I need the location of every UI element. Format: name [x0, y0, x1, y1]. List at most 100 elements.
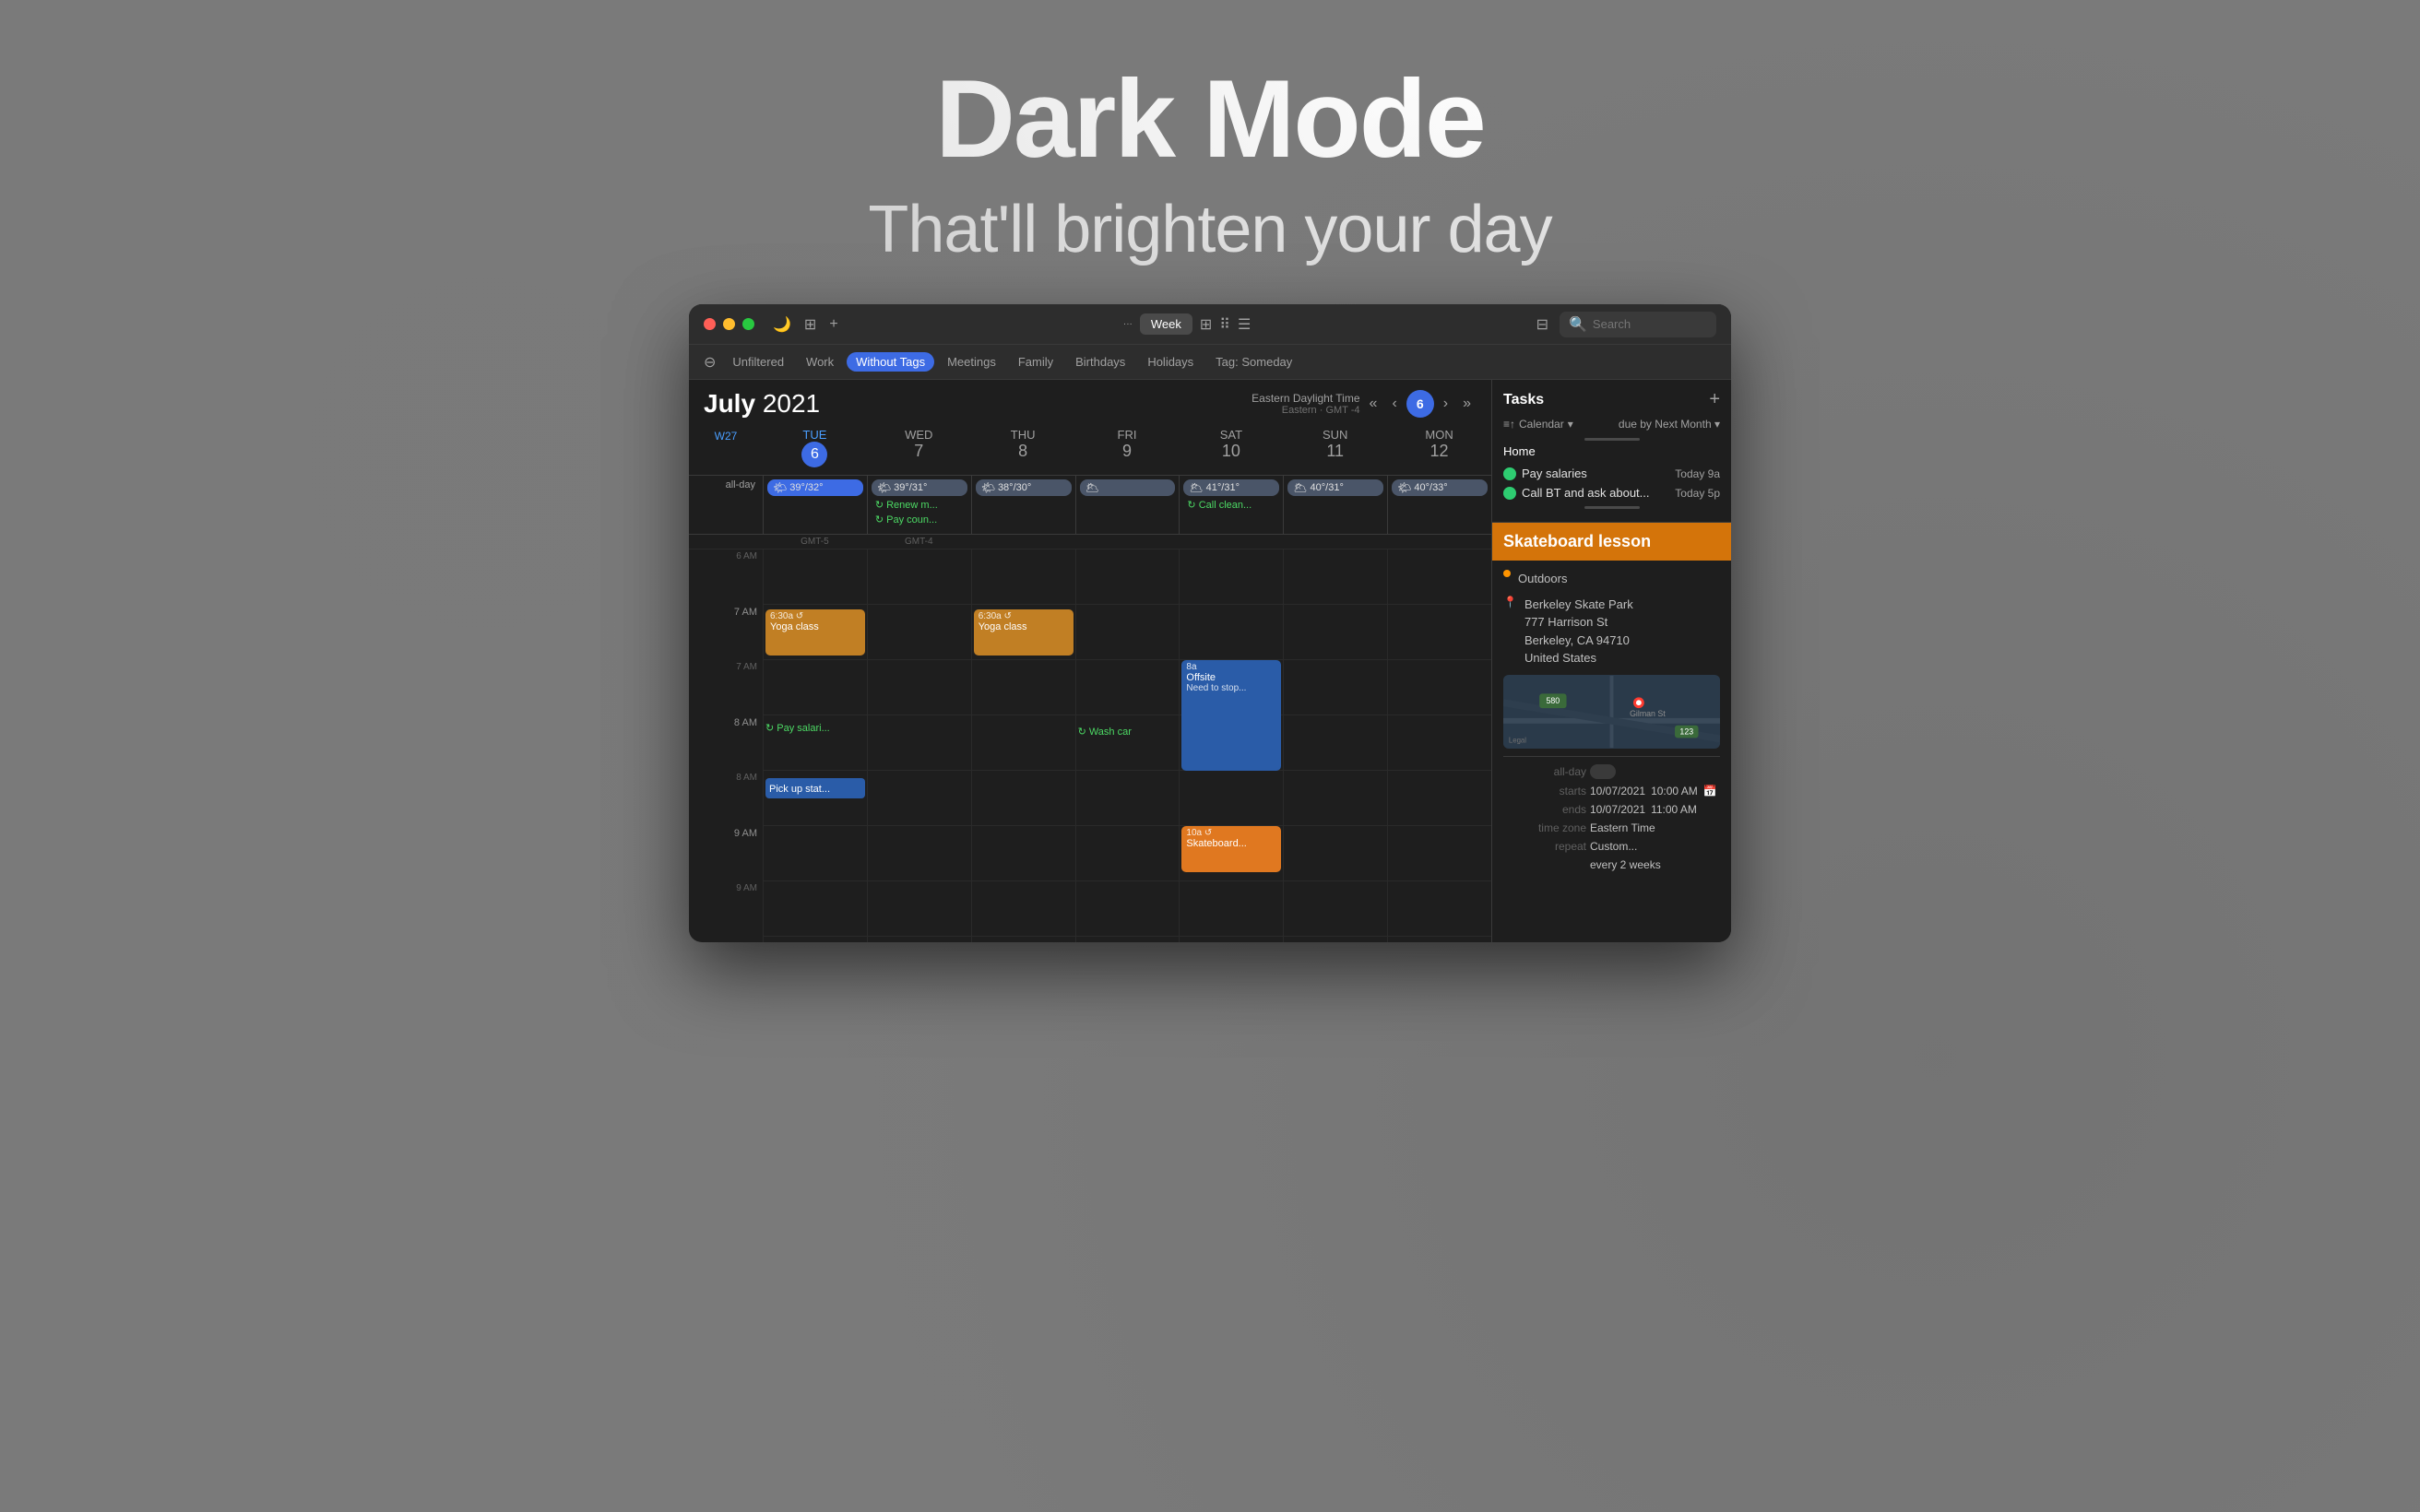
day-header-thu[interactable]: THU 8	[971, 424, 1075, 471]
wash-car-event[interactable]: ↻ Wash car	[1078, 723, 1178, 739]
grid-icon[interactable]: ⊞	[1200, 315, 1212, 334]
time-label-9am: 8 AM	[689, 715, 763, 771]
yoga-class-tue[interactable]: 6:30a ↺ Yoga class	[765, 609, 865, 656]
time-label-7am: 7 AM	[689, 605, 763, 660]
filter-work[interactable]: Work	[797, 352, 843, 372]
timezone-field: time zone Eastern Time	[1503, 821, 1720, 834]
allday-cell-wed[interactable]: 🌤 39°/31° ↻ Renew m... ↻ Pay coun...	[867, 476, 971, 534]
time-grid: 6 AM 7 AM 7 AM 8 AM 8 AM 9 AM	[689, 549, 1491, 942]
offsite-event[interactable]: 8a Offsite Need to stop...	[1181, 660, 1281, 771]
day-header-wed[interactable]: WED 7	[867, 424, 971, 471]
allday-event-call-clean[interactable]: ↻ Call clean...	[1183, 498, 1279, 512]
allday-event-renew[interactable]: ↻ Renew m...	[872, 498, 967, 512]
grid-hour-5	[764, 826, 867, 881]
grid-col-fri[interactable]: ↻ Wash car	[1075, 549, 1180, 942]
grid-col-mon[interactable]	[1387, 549, 1491, 942]
grid-hour-0	[764, 549, 867, 605]
allday-event-pay-county[interactable]: ↻ Pay coun...	[872, 513, 967, 526]
filter-family[interactable]: Family	[1009, 352, 1062, 372]
starts-value[interactable]: 10/07/2021 10:00 AM 📅	[1590, 785, 1720, 797]
allday-label-field: all-day	[1503, 765, 1586, 778]
add-icon[interactable]: +	[829, 316, 837, 333]
grid-col-wed[interactable]	[867, 549, 971, 942]
day-header-fri[interactable]: FRI 9	[1075, 424, 1180, 471]
filter-meetings[interactable]: Meetings	[938, 352, 1005, 372]
day-header-tue[interactable]: TUE 6	[763, 424, 867, 471]
tasks-filter-due[interactable]: due by Next Month ▾	[1619, 418, 1720, 431]
grid-dots-icon[interactable]: ⠿	[1219, 315, 1230, 334]
grid-hour-2	[764, 660, 867, 715]
weather-badge-fri: 🌥	[1080, 479, 1176, 496]
grid-col-sun[interactable]	[1283, 549, 1387, 942]
tasks-filter-calendar[interactable]: ≡↑ Calendar ▾	[1503, 418, 1573, 431]
weather-badge-mon: 🌤 40°/33°	[1392, 479, 1488, 496]
title-bar: 🌙 ⊞ + ··· Week ⊞ ⠿ ☰ ⊟ 🔍	[689, 304, 1731, 345]
filter-birthdays[interactable]: Birthdays	[1066, 352, 1134, 372]
day-header-sun[interactable]: SUN 11	[1283, 424, 1387, 471]
weather-badge-wed: 🌤 39°/31°	[872, 479, 967, 496]
ends-value[interactable]: 10/07/2021 11:00 AM	[1590, 803, 1720, 816]
maximize-button[interactable]	[742, 318, 754, 330]
grid-col-thu[interactable]: 6:30a ↺ Yoga class	[971, 549, 1075, 942]
pickup-stat-event[interactable]: Pick up stat...	[765, 778, 865, 798]
week-view-button[interactable]: Week	[1140, 313, 1192, 335]
svg-text:Legal: Legal	[1509, 736, 1526, 744]
prev-prev-button[interactable]: «	[1364, 393, 1383, 415]
day-header-sat[interactable]: SAT 10	[1179, 424, 1283, 471]
allday-toggle[interactable]	[1590, 764, 1616, 779]
allday-cell-thu[interactable]: 🌤 38°/30°	[971, 476, 1075, 534]
grid-hour-3: ↻ Pay salari...	[764, 715, 867, 771]
search-bar[interactable]: 🔍	[1560, 312, 1716, 337]
title-bar-right: ⊟ 🔍	[1536, 312, 1716, 337]
sidebar-toggle-icon[interactable]: ⊟	[1536, 315, 1548, 334]
allday-cell-mon[interactable]: 🌤 40°/33°	[1387, 476, 1491, 534]
grid-hour-4: Pick up stat...	[764, 771, 867, 826]
tasks-add-button[interactable]: +	[1709, 389, 1720, 410]
grid-col-sat[interactable]: 8a Offsite Need to stop... 10a ↺ Skatebo…	[1179, 549, 1283, 942]
week-number: W27	[689, 424, 763, 443]
close-button[interactable]	[704, 318, 716, 330]
day-headers: W27 TUE 6 WED 7 THU 8 FRI 9	[689, 424, 1491, 476]
event-location-row: 📍 Berkeley Skate Park 777 Harrison St Be…	[1503, 596, 1720, 667]
event-detail-header[interactable]: Skateboard lesson	[1492, 523, 1731, 561]
list-icon[interactable]: ☰	[1238, 315, 1251, 334]
filter-remove-icon[interactable]: ⊖	[704, 353, 716, 372]
main-content: July 2021 Eastern Daylight Time Eastern …	[689, 380, 1731, 942]
map-thumbnail[interactable]: 580 123 Gilman St Legal	[1503, 675, 1720, 749]
layout-icon[interactable]: ⊞	[804, 315, 816, 334]
timezone-label-field: time zone	[1503, 821, 1586, 834]
allday-cell-tue[interactable]: 🌤 39°/32°	[763, 476, 867, 534]
filter-bar: ⊖ Unfiltered Work Without Tags Meetings …	[689, 345, 1731, 380]
prev-button[interactable]: ‹	[1386, 393, 1402, 415]
day-header-mon[interactable]: MON 12	[1387, 424, 1491, 471]
event-title: Skateboard lesson	[1503, 532, 1720, 551]
next-button[interactable]: ›	[1438, 393, 1453, 415]
moon-icon[interactable]: 🌙	[773, 315, 791, 334]
map-svg: 580 123 Gilman St Legal	[1503, 675, 1720, 749]
pay-salaries-event[interactable]: ↻ Pay salari...	[765, 719, 865, 736]
grid-col-tue[interactable]: 6:30a ↺ Yoga class ↻ Pay salari...	[763, 549, 867, 942]
location-icon: 📍	[1503, 596, 1517, 608]
repeat-value[interactable]: Custom...	[1590, 840, 1720, 853]
task-item-call-bt[interactable]: Call BT and ask about... Today 5p	[1503, 483, 1720, 502]
filter-holidays[interactable]: Holidays	[1138, 352, 1203, 372]
skateboard-event[interactable]: 10a ↺ Skateboard...	[1181, 826, 1281, 872]
next-next-button[interactable]: »	[1457, 393, 1477, 415]
task-item-pay-salaries[interactable]: Pay salaries Today 9a	[1503, 464, 1720, 483]
allday-cell-sat[interactable]: 🌥 41°/31° ↻ Call clean...	[1179, 476, 1283, 534]
allday-cell-fri[interactable]: 🌥	[1075, 476, 1180, 534]
allday-cell-sun[interactable]: 🌥 40°/31°	[1283, 476, 1387, 534]
yoga-class-thu[interactable]: 6:30a ↺ Yoga class	[974, 609, 1074, 656]
today-button[interactable]: 6	[1406, 390, 1434, 418]
filter-tag-someday[interactable]: Tag: Someday	[1206, 352, 1301, 372]
title-bar-icons: 🌙 ⊞ +	[773, 315, 838, 334]
repeat-label: repeat	[1503, 840, 1586, 853]
task-group-home: Home	[1503, 444, 1720, 458]
event-divider	[1503, 756, 1720, 757]
minimize-button[interactable]	[723, 318, 735, 330]
right-panel: Tasks + ≡↑ Calendar ▾ due by Next Month …	[1491, 380, 1731, 942]
filter-without-tags[interactable]: Without Tags	[847, 352, 934, 372]
filter-unfiltered[interactable]: Unfiltered	[723, 352, 793, 372]
timezone-info: Eastern Daylight Time Eastern · GMT -4	[1252, 392, 1359, 416]
search-input[interactable]	[1593, 317, 1707, 331]
